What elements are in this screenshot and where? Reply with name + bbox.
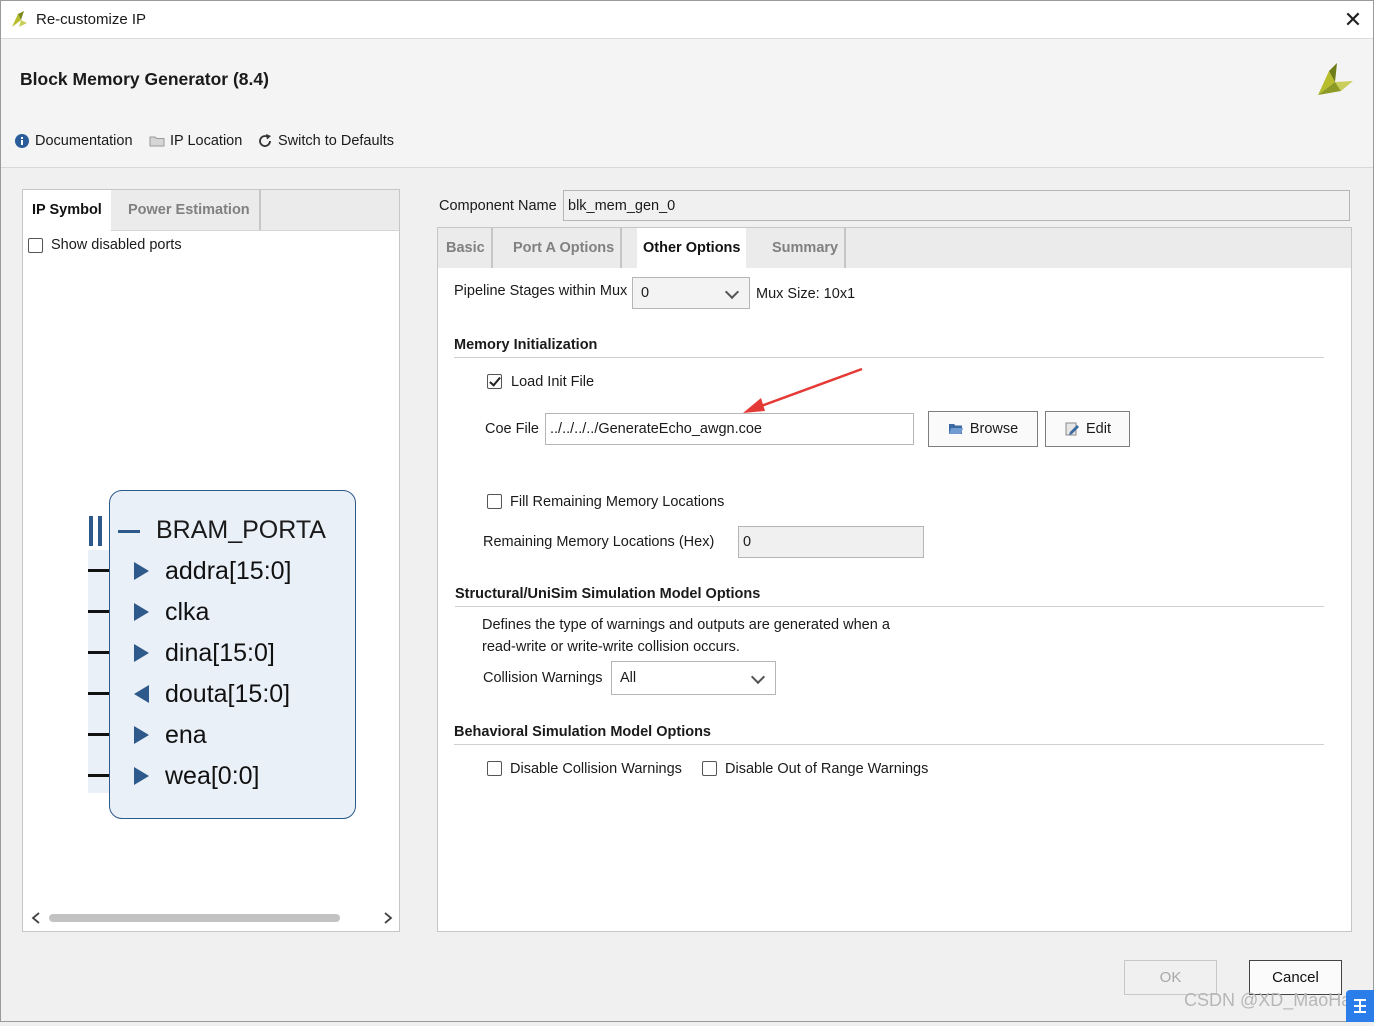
collapse-icon[interactable] bbox=[118, 530, 140, 533]
folder-icon bbox=[149, 136, 165, 147]
load-init-file-checkbox[interactable] bbox=[487, 374, 502, 389]
section-divider bbox=[454, 357, 1324, 358]
port-label: douta[15:0] bbox=[165, 680, 291, 708]
scroll-thumb[interactable] bbox=[49, 914, 340, 922]
browse-label: Browse bbox=[969, 421, 1019, 437]
edit-label: Edit bbox=[1086, 421, 1111, 437]
section-divider bbox=[455, 606, 1324, 607]
show-disabled-ports-checkbox[interactable] bbox=[28, 238, 43, 253]
port-line bbox=[88, 692, 109, 695]
structural-options-title: Structural/UniSim Simulation Model Optio… bbox=[455, 586, 761, 602]
documentation-label: Documentation bbox=[35, 133, 133, 149]
right-tab-bar: Basic Port A Options Other Options Summa… bbox=[438, 228, 1351, 269]
input-arrow-icon bbox=[134, 644, 149, 662]
tab-port-a-options[interactable]: Port A Options bbox=[507, 228, 623, 268]
horizontal-scrollbar[interactable] bbox=[25, 908, 397, 928]
pipeline-stages-label: Pipeline Stages within Mux bbox=[454, 283, 628, 299]
switch-to-defaults-label: Switch to Defaults bbox=[278, 133, 395, 149]
bus-handle-left bbox=[89, 516, 93, 546]
ip-location-link[interactable]: IP Location bbox=[149, 133, 242, 149]
remaining-locations-label: Remaining Memory Locations (Hex) bbox=[483, 534, 715, 550]
left-tab-bar: IP Symbol Power Estimation bbox=[23, 190, 399, 231]
scroll-right-icon[interactable] bbox=[383, 912, 393, 924]
coe-file-value: ../../../../GenerateEcho_awgn.coe bbox=[550, 421, 762, 437]
title-bar: Re-customize IP ✕ bbox=[1, 1, 1373, 38]
tab-summary[interactable]: Summary bbox=[766, 228, 847, 268]
show-disabled-ports-label: Show disabled ports bbox=[51, 237, 182, 253]
edit-button[interactable]: Edit bbox=[1045, 411, 1130, 447]
disable-collision-warnings-checkbox[interactable] bbox=[487, 761, 502, 776]
tab-other-options[interactable]: Other Options bbox=[637, 228, 747, 269]
input-arrow-icon bbox=[134, 603, 149, 621]
tab-ip-symbol[interactable]: IP Symbol bbox=[23, 190, 111, 231]
behavioral-options-title: Behavioral Simulation Model Options bbox=[454, 724, 711, 740]
ip-header: Block Memory Generator (8.4) Documentati… bbox=[1, 38, 1373, 168]
input-arrow-icon bbox=[134, 726, 149, 744]
disable-collision-warnings-label: Disable Collision Warnings bbox=[510, 761, 682, 777]
documentation-link[interactable]: Documentation bbox=[14, 133, 133, 149]
bus-strip bbox=[88, 550, 109, 793]
remaining-locations-input[interactable]: 0 bbox=[738, 526, 924, 558]
switch-to-defaults-link[interactable]: Switch to Defaults bbox=[257, 133, 394, 149]
input-arrow-icon bbox=[134, 562, 149, 580]
coe-file-label: Coe File bbox=[485, 421, 539, 437]
disable-out-of-range-checkbox[interactable] bbox=[702, 761, 717, 776]
browse-button[interactable]: Browse bbox=[928, 411, 1038, 447]
ip-symbol-panel: IP Symbol Power Estimation Show disabled… bbox=[22, 189, 400, 932]
tab-power-estimation[interactable]: Power Estimation bbox=[119, 190, 261, 230]
component-name-label: Component Name bbox=[439, 198, 557, 214]
port-label: addra[15:0] bbox=[165, 557, 292, 585]
ip-title: Block Memory Generator (8.4) bbox=[20, 69, 269, 89]
mux-size-label: Mux Size: 10x1 bbox=[756, 286, 856, 302]
component-name-value: blk_mem_gen_0 bbox=[568, 198, 676, 214]
memory-initialization-title: Memory Initialization bbox=[454, 337, 598, 353]
close-icon[interactable]: ✕ bbox=[1340, 7, 1366, 33]
fill-remaining-checkbox[interactable] bbox=[487, 494, 502, 509]
port-line bbox=[88, 610, 109, 613]
ime-icon bbox=[1354, 999, 1366, 1013]
refresh-icon bbox=[259, 134, 271, 147]
interface-name: BRAM_PORTA bbox=[156, 516, 326, 544]
remaining-locations-value: 0 bbox=[743, 534, 752, 550]
port-label: wea[0:0] bbox=[165, 762, 260, 790]
xilinx-logo-icon bbox=[1318, 63, 1353, 95]
pipeline-stages-value: 0 bbox=[641, 285, 650, 301]
collision-warnings-select[interactable]: All bbox=[611, 661, 776, 695]
port-label: dina[15:0] bbox=[165, 639, 275, 667]
output-arrow-icon bbox=[134, 685, 149, 703]
port-line bbox=[88, 651, 109, 654]
info-icon bbox=[15, 134, 29, 148]
input-arrow-icon bbox=[134, 767, 149, 785]
chevron-down-icon bbox=[724, 284, 740, 300]
disable-out-of-range-label: Disable Out of Range Warnings bbox=[725, 761, 929, 777]
port-line bbox=[88, 733, 109, 736]
watermark-text: CSDN @XD_MaoHai bbox=[1184, 990, 1356, 1010]
vivado-app-icon bbox=[12, 11, 27, 27]
structural-description-line2: read-write or write-write collision occu… bbox=[482, 639, 740, 655]
fill-remaining-label: Fill Remaining Memory Locations bbox=[510, 494, 725, 510]
scroll-left-icon[interactable] bbox=[31, 912, 41, 924]
edit-icon bbox=[1065, 422, 1079, 436]
chevron-down-icon bbox=[750, 669, 766, 685]
load-init-file-label: Load Init File bbox=[511, 374, 595, 390]
structural-description-line1: Defines the type of warnings and outputs… bbox=[482, 617, 890, 633]
port-label: clka bbox=[165, 598, 210, 626]
options-panel: Basic Port A Options Other Options Summa… bbox=[437, 227, 1352, 932]
ip-location-label: IP Location bbox=[170, 133, 243, 149]
annotation-arrow-icon bbox=[743, 367, 863, 413]
pipeline-stages-select[interactable]: 0 bbox=[632, 277, 750, 309]
port-line bbox=[88, 774, 109, 777]
section-divider bbox=[454, 744, 1324, 745]
collision-warnings-value: All bbox=[620, 670, 637, 686]
port-line bbox=[88, 569, 109, 572]
open-folder-icon bbox=[948, 424, 963, 434]
port-label: ena bbox=[165, 721, 207, 749]
bus-handle-right bbox=[98, 516, 102, 546]
corner-badge-icon bbox=[1346, 990, 1374, 1022]
tab-basic[interactable]: Basic bbox=[440, 228, 493, 268]
window-title: Re-customize IP bbox=[36, 11, 147, 28]
component-name-field[interactable]: blk_mem_gen_0 bbox=[563, 190, 1350, 221]
collision-warnings-label: Collision Warnings bbox=[483, 670, 603, 686]
